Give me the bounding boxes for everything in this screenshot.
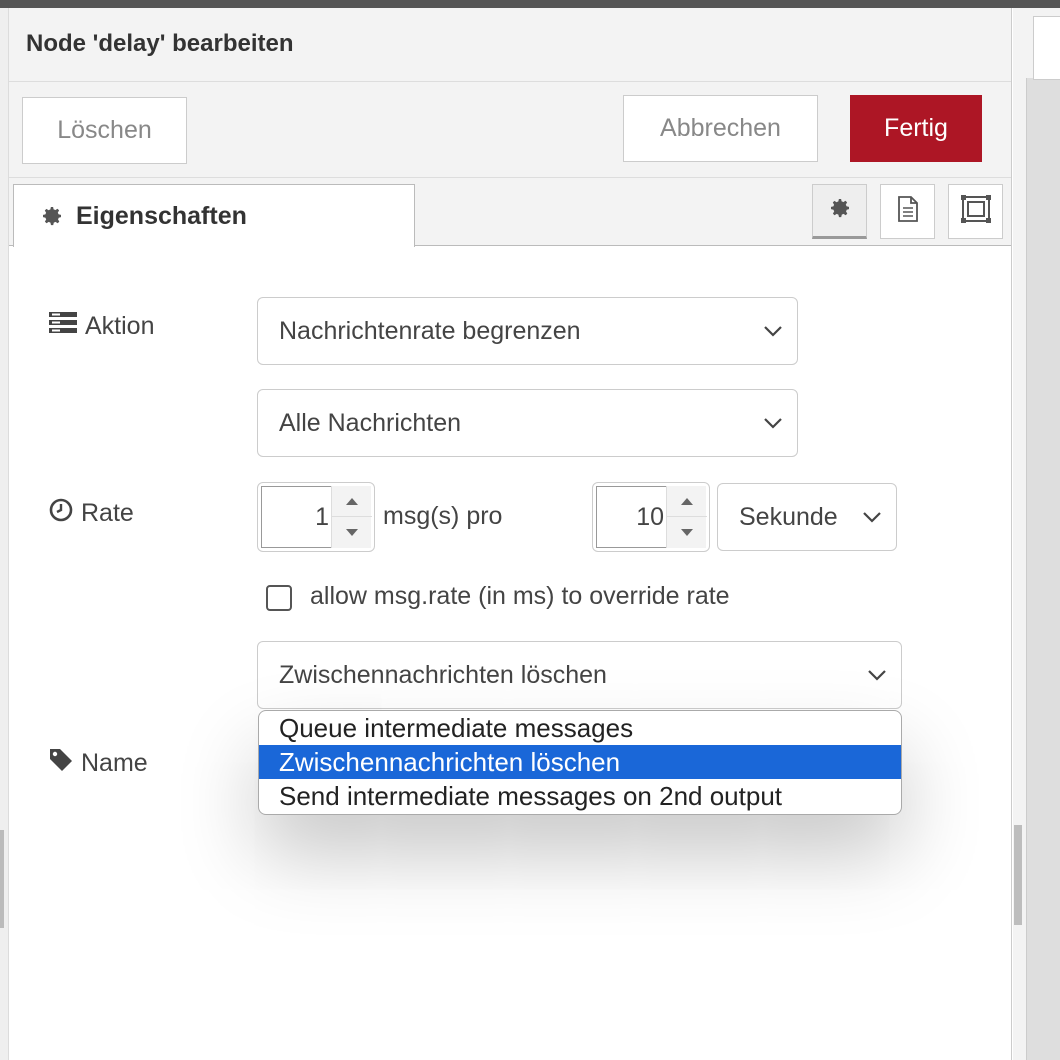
rate-count-spinner[interactable]: 1: [257, 482, 375, 552]
chevron-down-icon: [867, 669, 887, 681]
chevron-down-icon: [858, 511, 882, 523]
name-label-text: Name: [81, 749, 148, 777]
rate-label-text: Rate: [81, 499, 134, 527]
action-label: Aktion: [49, 312, 154, 341]
rate-interval-stepper: [666, 486, 707, 548]
option-second-output[interactable]: Send intermediate messages on 2nd output: [259, 779, 901, 813]
sidebar-tab[interactable]: [1033, 16, 1060, 80]
tab-properties[interactable]: Eigenschaften: [13, 184, 415, 247]
gear-icon: [828, 196, 852, 225]
action-select[interactable]: Nachrichtenrate begrenzen: [257, 297, 798, 365]
increment-button[interactable]: [667, 486, 707, 517]
tray-toolbar: Löschen Abbrechen Fertig: [9, 82, 1011, 178]
tabs-row: Eigenschaften: [9, 178, 1011, 247]
clock-icon: [49, 498, 73, 529]
rate-unit-value: Sekunde: [739, 502, 838, 531]
dialog-title: Node 'delay' bearbeiten: [26, 30, 294, 57]
tray-resize-handle[interactable]: [0, 830, 4, 928]
drop-mode-value: Zwischennachrichten löschen: [279, 660, 607, 689]
settings-tab-button[interactable]: [812, 184, 867, 239]
chevron-down-icon: [763, 417, 783, 429]
rate-interval-spinner[interactable]: 10: [592, 482, 710, 552]
tab-properties-label: Eigenschaften: [76, 201, 247, 230]
rate-per-label: msg(s) pro: [383, 502, 503, 530]
rate-unit-select[interactable]: Sekunde: [717, 483, 897, 551]
chevron-down-icon: [763, 325, 783, 337]
scrollbar-thumb[interactable]: [1014, 825, 1022, 925]
tray-header: Node 'delay' bearbeiten: [9, 8, 1011, 82]
rate-count-stepper: [331, 486, 372, 548]
override-label: allow msg.rate (in ms) to override rate: [310, 582, 730, 610]
rate-interval-input[interactable]: 10: [596, 486, 666, 548]
rate-label: Rate: [49, 498, 134, 529]
decrement-button[interactable]: [667, 517, 707, 548]
drop-mode-options: Queue intermediate messages Zwischennach…: [258, 710, 902, 815]
option-drop[interactable]: Zwischennachrichten löschen: [259, 745, 901, 779]
description-tab-button[interactable]: [880, 184, 935, 239]
option-queue[interactable]: Queue intermediate messages: [259, 711, 901, 745]
gear-icon: [40, 204, 64, 228]
increment-button[interactable]: [332, 486, 372, 517]
top-bar: [0, 0, 1060, 8]
description-icon: [895, 195, 921, 228]
done-button[interactable]: Fertig: [850, 95, 982, 162]
action-select-value: Nachrichtenrate begrenzen: [279, 316, 581, 345]
scope-select-value: Alle Nachrichten: [279, 408, 462, 437]
name-label: Name: [49, 748, 148, 779]
tag-icon: [49, 748, 73, 779]
override-checkbox[interactable]: [266, 585, 292, 611]
appearance-icon: [960, 194, 992, 229]
cancel-button[interactable]: Abbrechen: [623, 95, 818, 162]
drop-mode-select[interactable]: Zwischennachrichten löschen: [257, 641, 902, 709]
appearance-tab-button[interactable]: [948, 184, 1003, 239]
scope-select[interactable]: Alle Nachrichten: [257, 389, 798, 457]
list-icon: [49, 312, 77, 341]
decrement-button[interactable]: [332, 517, 372, 548]
rate-count-input[interactable]: 1: [261, 486, 331, 548]
scrollbar[interactable]: [1026, 78, 1060, 1060]
delete-button[interactable]: Löschen: [22, 97, 187, 164]
action-label-text: Aktion: [85, 312, 155, 340]
